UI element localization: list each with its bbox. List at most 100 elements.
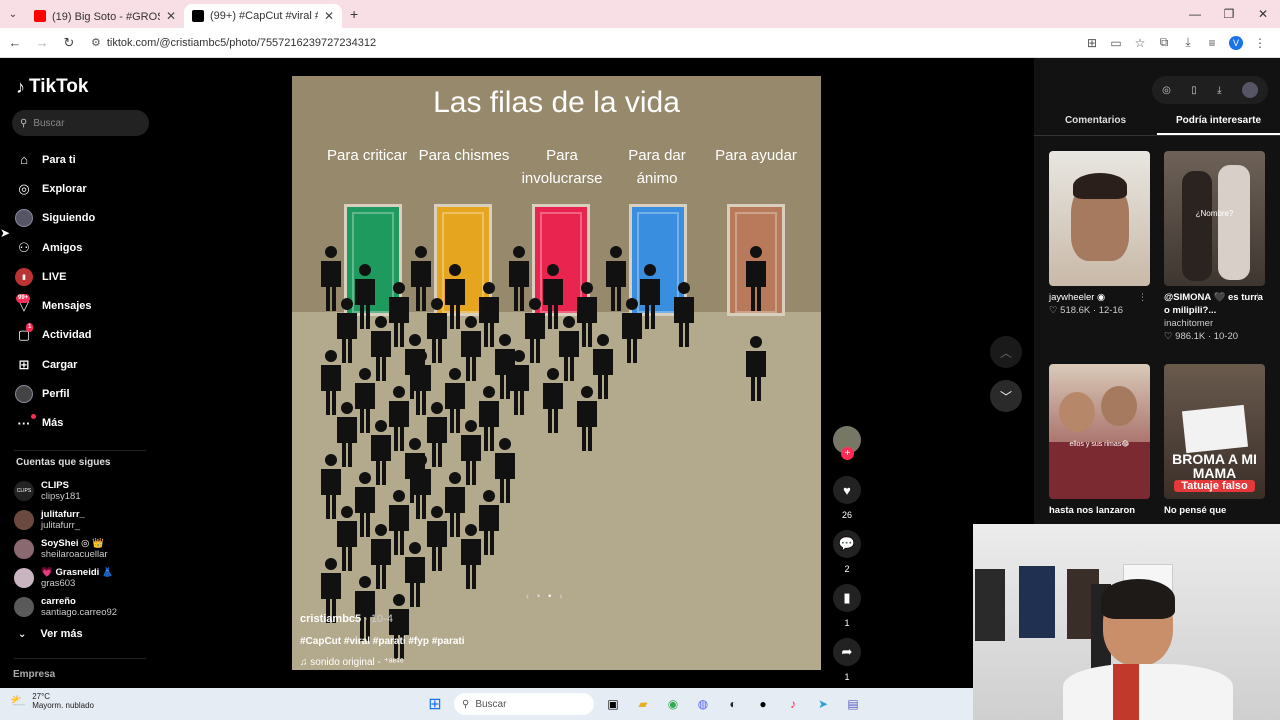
post-sound[interactable]: ♫ sonido original - ⁺ᵃᵉ¹⁶ (300, 657, 404, 668)
messages-badge: 99+ (16, 294, 31, 304)
telegram-icon[interactable]: ➤ (812, 693, 834, 715)
more-options-icon[interactable]: ⋮ (1253, 292, 1262, 303)
person-figure (337, 402, 357, 467)
phone-icon[interactable]: ▯ (1191, 85, 1197, 96)
nav-item-cargar[interactable]: ⊞ Cargar (14, 350, 154, 379)
webcam-overlay (973, 524, 1280, 720)
media-icon[interactable]: ≡ (1200, 36, 1224, 50)
taskbar-search-placeholder: Buscar (475, 698, 507, 710)
author-avatar[interactable]: + (833, 426, 861, 460)
nav-item-perfil[interactable]: Perfil (14, 379, 154, 408)
tab-close-icon[interactable]: ✕ (324, 9, 334, 23)
profile-avatar[interactable]: V (1229, 35, 1244, 50)
site-info-icon[interactable]: ⚙ (91, 36, 101, 49)
windows-start-icon[interactable]: ⊞ (424, 693, 446, 715)
browser-tab-youtube[interactable]: (19) Big Soto - #GROSERO 😬 | ✕ (26, 4, 184, 28)
new-tab-button[interactable]: + (350, 6, 358, 22)
obs-icon[interactable]: ● (752, 693, 774, 715)
download-icon[interactable]: ⤓ (1176, 35, 1200, 50)
tab-comentarios[interactable]: Comentarios (1034, 110, 1157, 135)
teams-icon[interactable]: ▤ (842, 693, 864, 715)
taskbar-search[interactable]: ⚲ Buscar (454, 693, 594, 715)
video-thumbnail[interactable] (1049, 151, 1150, 286)
nav-item-actividad[interactable]: ▢ 1 Actividad (14, 321, 154, 350)
tab-close-icon[interactable]: ✕ (166, 9, 176, 23)
suggested-video-card[interactable]: ¿Nombre? @SIMONA 🖤 es turra o milipili?.… (1164, 151, 1265, 343)
post-author[interactable]: cristiambc5 · 10-4 (300, 613, 393, 625)
person-figure (405, 542, 425, 607)
suggested-video-card[interactable]: jaywheeler ◉ ♡ 518.6K · 12-16 ⋮ (1049, 151, 1150, 317)
compass-icon[interactable]: ◎ (1162, 85, 1171, 96)
translate-icon[interactable]: ⊞ (1080, 36, 1104, 50)
comment-button[interactable]: 💬 2 (832, 530, 862, 574)
bookmark-star-icon[interactable]: ☆ (1128, 36, 1152, 50)
maximize-button[interactable]: ❐ (1212, 0, 1246, 28)
tiktok-note-icon: ♪ (16, 76, 25, 97)
tab-list-chevron-icon[interactable]: ⌄ (0, 9, 26, 20)
empresa-link[interactable]: Empresa (13, 669, 55, 680)
slide-prev-button[interactable]: ‹ (526, 591, 529, 601)
close-window-button[interactable]: ✕ (1246, 0, 1280, 28)
save-button[interactable]: ▮ 1 (832, 584, 862, 628)
discord-icon[interactable]: ◍ (692, 693, 714, 715)
post-hashtags[interactable]: #CapCut #viral #parati #fyp #parati (300, 636, 465, 647)
menu-kebab-icon[interactable]: ⋮ (1248, 36, 1272, 50)
weather-widget[interactable]: ⛅ 27°C Mayorm. nublado (10, 692, 94, 710)
nav-item-amigos[interactable]: ⚇ Amigos (14, 233, 154, 262)
slide-dot[interactable]: • (537, 591, 540, 601)
nav-item-explorar[interactable]: ◎ Explorar (14, 174, 154, 203)
person-figure (509, 246, 529, 311)
video-thumbnail[interactable]: ¿Nombre? (1164, 151, 1265, 286)
reload-icon[interactable]: ↻ (57, 35, 81, 51)
tiktok-logo[interactable]: ♪ TikTok (16, 76, 88, 98)
browser-tab-tiktok[interactable]: (99+) #CapCut #viral #parati #fy ✕ (184, 4, 342, 28)
avatar[interactable] (1241, 82, 1258, 98)
steam-icon[interactable]: ◐ (722, 693, 744, 715)
following-item[interactable]: julitafurr_ julitafurr_ (14, 505, 154, 534)
suggested-video-card[interactable]: ellos y sus rimas😂 hasta nos lanzaron (1049, 364, 1150, 517)
search-input[interactable]: ⚲ Buscar (12, 110, 149, 136)
tab-podria-interesarte[interactable]: Podría interesarte (1157, 110, 1280, 135)
divider (14, 658, 146, 659)
tiktok-app-icon[interactable]: ♪ (782, 693, 804, 715)
slide-next-button[interactable]: › (559, 591, 562, 601)
following-item[interactable]: CLIPS CLIPS clipsy181 (14, 476, 154, 505)
following-item[interactable]: 💗 Grasneidi 👗 gras603 (14, 563, 154, 592)
avatar (14, 596, 34, 617)
download-icon[interactable]: ⤓ (1217, 85, 1221, 96)
nav-item-live[interactable]: ▮ LIVE (14, 262, 154, 291)
install-app-icon[interactable]: ▭ (1104, 36, 1128, 50)
chrome-icon[interactable]: ◉ (662, 693, 684, 715)
video-thumbnail[interactable]: ellos y sus rimas😂 (1049, 364, 1150, 499)
nav-item-para-ti[interactable]: ⌂ Para ti (14, 145, 154, 174)
card-author: inachitomer (1164, 318, 1214, 329)
person-figure (427, 506, 447, 571)
following-item[interactable]: SoyShei ◎ 👑 sheilaroacuellar (14, 534, 154, 563)
extensions-icon[interactable]: ⧉ (1152, 35, 1176, 50)
like-button[interactable]: ♥ 26 (832, 476, 862, 520)
nav-item-mas[interactable]: ··· Más (14, 409, 154, 438)
follow-plus-icon[interactable]: + (841, 447, 854, 460)
following-item[interactable]: carreño santiago.carreo92 (14, 592, 154, 621)
post-image[interactable]: Las filas de la vida Para criticar Para … (292, 76, 821, 670)
share-button[interactable]: ➦ 1 (832, 638, 862, 682)
ver-mas-button[interactable]: ⌄ Ver más (18, 628, 83, 640)
chevron-down-icon[interactable]: ﹀ (990, 380, 1022, 412)
more-options-icon[interactable]: ⋮ (1138, 292, 1147, 303)
slide-dot[interactable]: • (548, 591, 551, 601)
like-count: 26 (841, 510, 852, 520)
file-explorer-icon[interactable]: ▰ (632, 693, 654, 715)
nav-item-mensajes[interactable]: ▽ 99+ Mensajes (14, 291, 154, 320)
minimize-button[interactable]: — (1178, 0, 1212, 28)
person-figure (389, 594, 409, 659)
url-field[interactable]: ⚙ tiktok.com/@cristiambc5/photo/75572162… (90, 31, 1081, 54)
chevron-up-icon[interactable]: ︿ (990, 336, 1022, 368)
avatar (14, 567, 34, 588)
video-thumbnail[interactable]: BROMA A MI MAMA Tatuaje falso (1164, 364, 1265, 499)
task-view-icon[interactable]: ▣ (602, 693, 624, 715)
suggested-video-card[interactable]: BROMA A MI MAMA Tatuaje falso No pensé q… (1164, 364, 1265, 517)
nav-item-siguiendo[interactable]: Siguiendo (14, 204, 154, 233)
forward-arrow-icon[interactable]: → (30, 35, 54, 50)
youtube-favicon-icon (34, 10, 46, 22)
back-arrow-icon[interactable]: ← (3, 35, 27, 50)
